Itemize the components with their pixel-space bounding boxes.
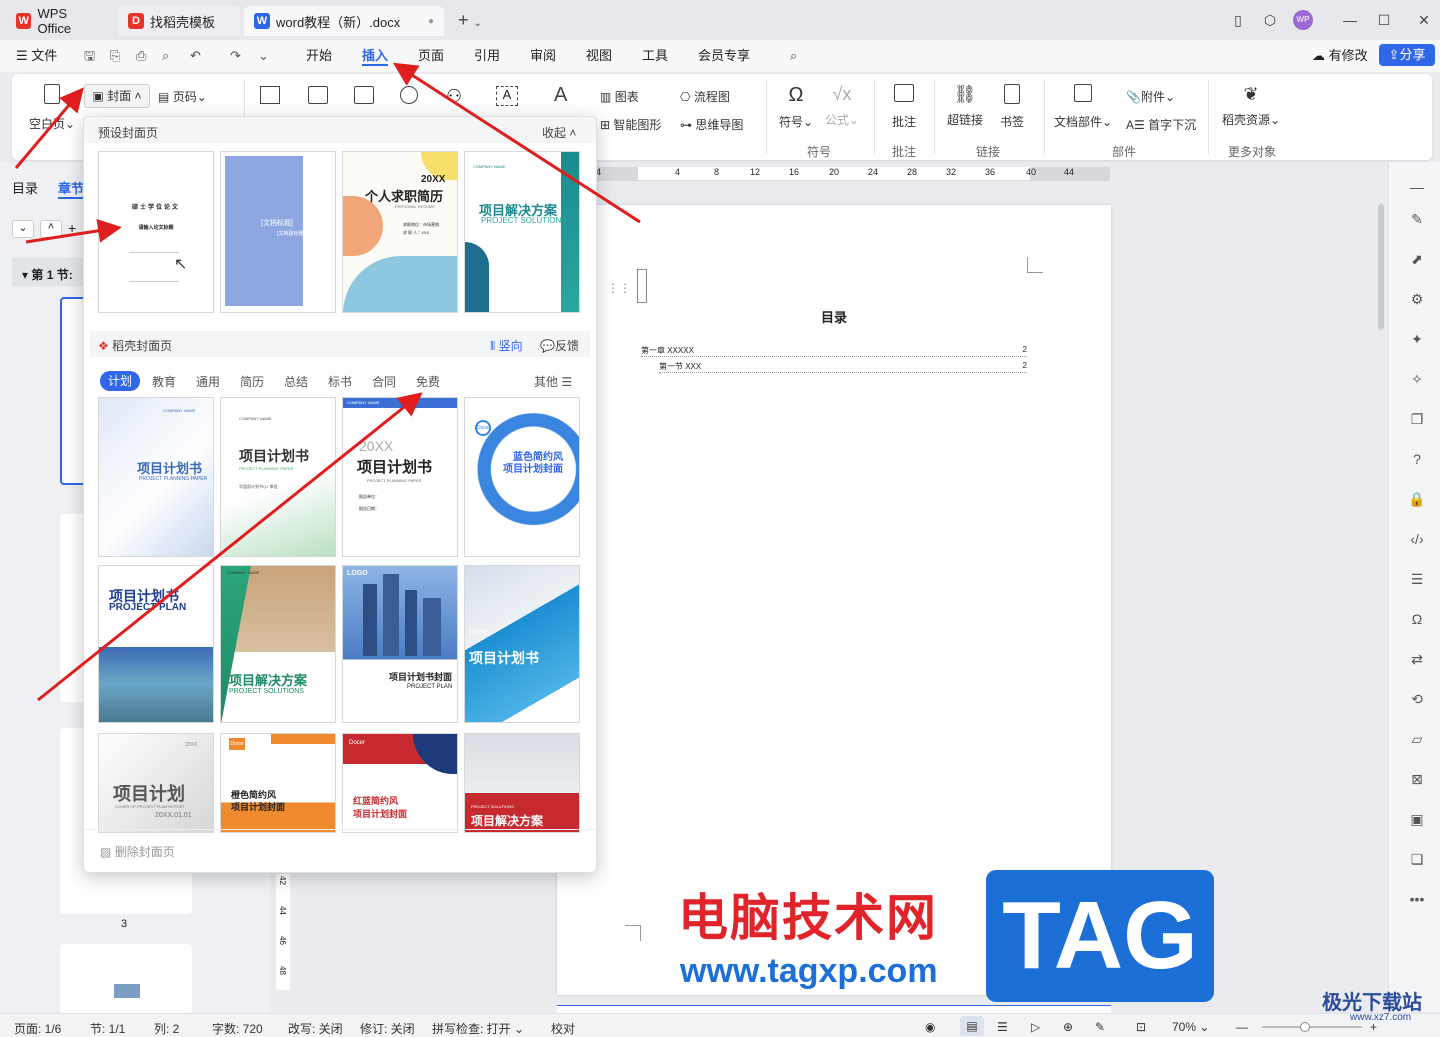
watermark-text: 电脑技术网 (678, 890, 938, 946)
watermark-site2: 极光下载站 (1322, 992, 1422, 1014)
watermark-tag-logo: TAG (986, 870, 1214, 1002)
arrow-to-free (37, 392, 423, 702)
arrow-to-cover (14, 87, 84, 169)
arrow-to-preset (25, 218, 122, 244)
watermark-site2-url: www.xz7.com (1350, 1012, 1412, 1023)
watermark-url: www.tagxp.com (680, 952, 938, 990)
arrow-to-insert (392, 62, 641, 224)
